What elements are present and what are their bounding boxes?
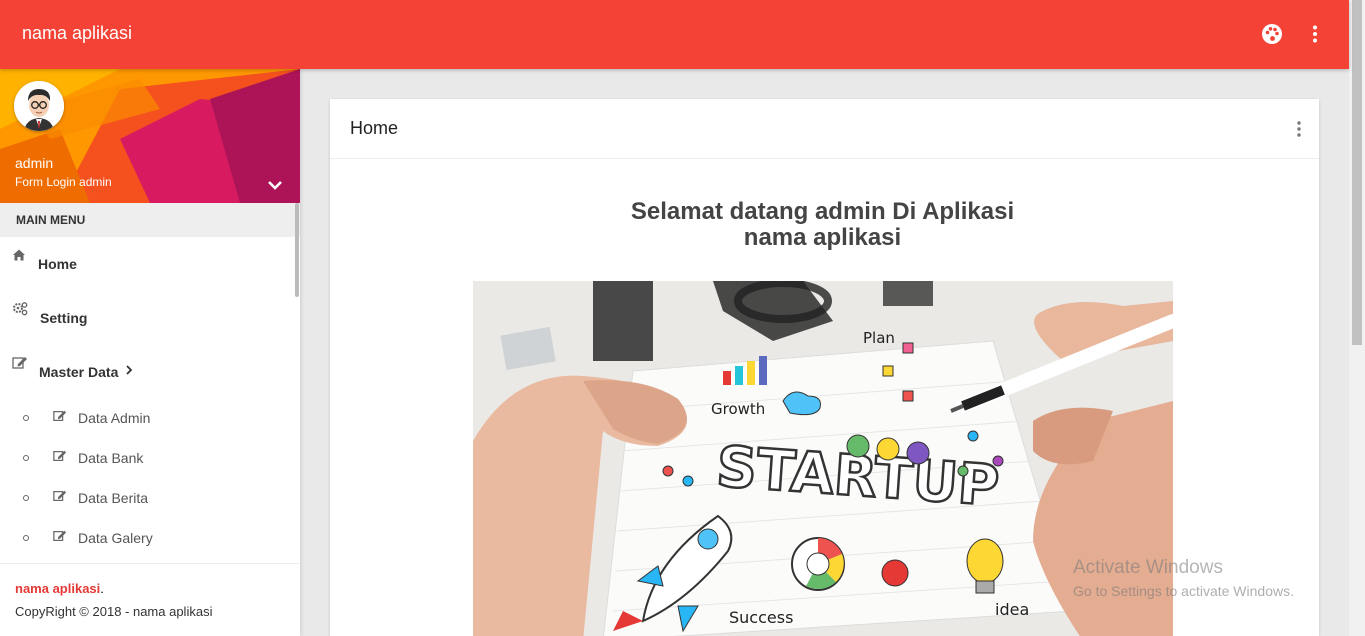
sidebar-item-setting[interactable]: Setting — [0, 295, 295, 335]
home-icon — [12, 248, 28, 264]
chevron-down-icon[interactable] — [266, 179, 284, 193]
avatar[interactable] — [14, 81, 64, 131]
bullet-icon — [23, 455, 29, 461]
more-vert-icon[interactable] — [1303, 22, 1327, 46]
sidebar-item-label: Home — [38, 256, 77, 272]
windows-watermark-subtitle: Go to Settings to activate Windows. — [1073, 583, 1294, 599]
page-title: Home — [350, 118, 399, 138]
submenu-item-label: Data Admin — [78, 410, 151, 426]
edit-icon — [53, 409, 67, 423]
user-description: Form Login admin — [15, 175, 112, 189]
startup-hero-image: STARTUP Plan Growth Success idea — [473, 281, 1173, 636]
submenu-item-data-bank[interactable]: Data Bank — [0, 441, 295, 475]
settings-icon — [12, 301, 28, 317]
submenu-item-label: Data Galery — [78, 530, 153, 546]
submenu-item-data-berita[interactable]: Data Berita — [0, 481, 295, 515]
submenu-item-label: Data Berita — [78, 490, 149, 506]
sidebar-footer: nama aplikasi. CopyRight © 2018 - nama a… — [0, 563, 300, 636]
menu-scrollbar[interactable] — [295, 203, 299, 297]
submenu-item-data-galery[interactable]: Data Galery — [0, 521, 295, 555]
copyright-text: CopyRight © 2018 - nama aplikasi — [15, 604, 213, 619]
home-card: Home Selamat datang admin Di Aplikasi na… — [330, 99, 1319, 636]
submenu-item-data-admin[interactable]: Data Admin — [0, 401, 295, 435]
bullet-icon — [23, 415, 29, 421]
edit-icon — [12, 355, 28, 371]
main-menu-header: MAIN MENU — [0, 203, 300, 237]
palette-icon[interactable] — [1260, 22, 1284, 46]
page-scrollbar[interactable] — [1349, 0, 1365, 636]
edit-icon — [53, 489, 67, 503]
footer-app-link[interactable]: nama aplikasi — [15, 581, 100, 596]
more-vert-icon[interactable] — [1293, 120, 1305, 138]
user-info-panel: admin Form Login admin — [0, 69, 300, 203]
edit-icon — [53, 449, 67, 463]
sidebar-item-home[interactable]: Home — [0, 241, 295, 281]
user-name: admin — [15, 155, 54, 171]
app-brand[interactable]: nama aplikasi — [22, 23, 132, 44]
hero-growth-label: Growth — [711, 400, 765, 418]
edit-icon — [53, 529, 67, 543]
hero-plan-label: Plan — [863, 329, 895, 347]
windows-watermark-title: Activate Windows — [1073, 557, 1223, 578]
top-navbar: nama aplikasi — [0, 0, 1349, 69]
chevron-right-icon — [124, 363, 134, 375]
welcome-heading: Selamat datang admin Di Aplikasi nama ap… — [630, 198, 1015, 251]
sidebar-item-label: Setting — [40, 310, 88, 326]
footer-app-name: nama aplikasi. — [15, 581, 104, 596]
sidebar: admin Form Login admin MAIN MENU Home Se… — [0, 69, 300, 636]
page-scrollbar-thumb[interactable] — [1352, 0, 1362, 345]
bullet-icon — [23, 535, 29, 541]
bullet-icon — [23, 495, 29, 501]
hero-success-label: Success — [729, 608, 793, 627]
sidebar-item-master-data[interactable]: Master Data — [0, 349, 295, 389]
card-header: Home — [330, 99, 1319, 159]
submenu-item-label: Data Bank — [78, 450, 144, 466]
sidebar-item-label: Master Data — [39, 364, 119, 380]
hero-idea-label: idea — [995, 600, 1029, 619]
